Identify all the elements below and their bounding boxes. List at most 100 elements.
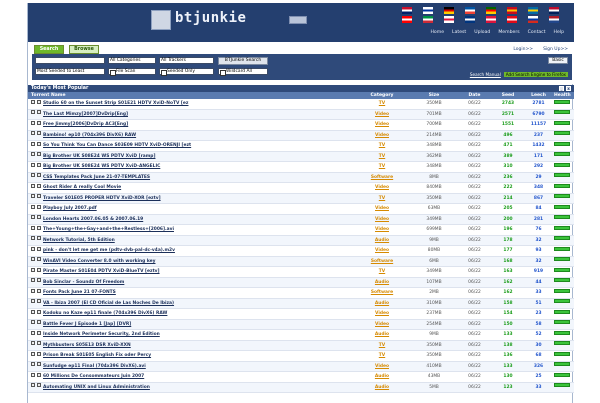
download-icon[interactable] <box>31 183 35 188</box>
download-icon[interactable] <box>31 330 35 335</box>
info-icon[interactable] <box>37 162 41 167</box>
category-link[interactable]: Video <box>352 131 412 141</box>
info-icon[interactable] <box>37 257 41 261</box>
header-size[interactable]: Size <box>412 92 456 99</box>
table-row[interactable]: Kodoku no Kaze ep11 finale (704x396 DivX… <box>28 309 574 320</box>
download-icon[interactable] <box>31 152 35 156</box>
table-row[interactable]: The+Young+the+Gay+and+the+Restless+[2006… <box>28 225 574 236</box>
nav-help[interactable]: Help <box>554 30 564 35</box>
table-row[interactable]: Inside Network Perimeter Security, 2nd E… <box>28 330 574 341</box>
table-row[interactable]: Free Jimmy[2006]DvDrip AC3[Eng] Video 700M… <box>28 120 574 131</box>
category-link[interactable]: Video <box>352 120 412 130</box>
flag-icon[interactable] <box>444 7 454 14</box>
category-link[interactable]: TV <box>352 351 412 361</box>
info-icon[interactable] <box>37 204 41 209</box>
info-icon[interactable] <box>37 120 41 125</box>
download-icon[interactable] <box>31 204 35 209</box>
torrent-name-link[interactable]: So You Think You Can Dance S03E09 HDTV X… <box>43 143 191 148</box>
torrent-name-link[interactable]: Bob Sinclar - Soundz Of Freedom <box>43 280 124 285</box>
download-icon[interactable] <box>31 299 35 303</box>
table-row[interactable]: London Hearts 2007.06.05 & 2007.06.19 Vid… <box>28 214 574 225</box>
header-leech[interactable]: Leech <box>523 92 554 99</box>
download-icon[interactable] <box>31 320 35 324</box>
sort-select[interactable]: Most Seeded to Least <box>35 68 105 75</box>
table-row[interactable]: Pirate Master S01E04 PDTV XviD-BlueTV [e… <box>28 267 574 278</box>
torrent-name-link[interactable]: Traveler S01E05 PROPER HDTV XviD-XOR [ez… <box>43 196 161 201</box>
torrent-name-link[interactable]: Kodoku no Kaze ep11 finale (704x396 DivX… <box>43 311 167 316</box>
flag-icon[interactable] <box>549 7 559 14</box>
download-icon[interactable] <box>31 309 35 314</box>
torrent-name-link[interactable]: Free Jimmy[2006]DvDrip AC3[Eng] <box>43 122 128 127</box>
table-row[interactable]: Mythbusters S05E13 DSR XviD-XXN TV 350MB 06… <box>28 340 574 351</box>
info-icon[interactable] <box>37 362 41 366</box>
table-row[interactable]: 60 Millions De Consommateurs Juin 2007 Au… <box>28 372 574 383</box>
info-icon[interactable] <box>37 225 41 230</box>
category-link[interactable]: Audio <box>352 299 412 309</box>
table-row[interactable]: Big Brother UK S08E24 WS PDTV XviD [ramp… <box>28 151 574 162</box>
torrent-name-link[interactable]: Big Brother UK S08E24 WS PDTV XviD-ANGEL… <box>43 164 160 169</box>
torrent-name-link[interactable]: Fonts Pack June 21 07-FONTS <box>43 290 116 295</box>
table-row[interactable]: Automating UNIX and Linux Administration… <box>28 382 574 393</box>
table-row[interactable]: Prison Break S01E05 English Fix oder Per… <box>28 351 574 362</box>
download-icon[interactable] <box>31 120 35 125</box>
search-input[interactable] <box>35 57 105 64</box>
category-link[interactable]: Video <box>352 183 412 193</box>
info-icon[interactable] <box>37 288 41 293</box>
info-icon[interactable] <box>37 341 41 345</box>
flag-icon[interactable] <box>465 16 475 23</box>
table-row[interactable]: Network Tutorial, 5th Edition Audio 9MB 06/… <box>28 235 574 246</box>
download-icon[interactable] <box>31 351 35 356</box>
category-link[interactable]: TV <box>352 152 412 162</box>
category-link[interactable]: Audio <box>352 383 412 393</box>
torrent-name-link[interactable]: The+Young+the+Gay+and+the+Restless+[2006… <box>43 227 174 232</box>
download-icon[interactable] <box>31 383 35 387</box>
flag-icon[interactable] <box>402 7 412 14</box>
download-icon[interactable] <box>31 362 35 366</box>
category-link[interactable]: Video <box>352 309 412 319</box>
download-icon[interactable] <box>31 257 35 261</box>
category-link[interactable]: Video <box>352 225 412 235</box>
table-row[interactable]: So You Think You Can Dance S03E09 HDTV X… <box>28 141 574 152</box>
torrent-name-link[interactable]: Ghost Rider A really Cool Movie <box>43 185 121 190</box>
info-icon[interactable] <box>37 267 41 272</box>
nav-home[interactable]: Home <box>430 30 444 35</box>
torrent-name-link[interactable]: pink - don't let me get me (pdtv-dvb-pal… <box>43 248 175 253</box>
minimize-icon[interactable]: _ <box>559 86 564 91</box>
info-icon[interactable] <box>37 110 41 114</box>
info-icon[interactable] <box>37 320 41 324</box>
category-link[interactable]: TV <box>352 341 412 351</box>
category-link[interactable]: Video <box>352 204 412 214</box>
add-search-engine-link[interactable]: Add Search Engine to Firefox <box>503 72 568 77</box>
table-row[interactable]: Fonts Pack June 21 07-FONTS Software 2MB 06… <box>28 288 574 299</box>
site-logo[interactable]: btjunkie <box>151 8 311 34</box>
torrent-name-link[interactable]: Pirate Master S01E04 PDTV XviD-BlueTV [e… <box>43 269 160 274</box>
download-icon[interactable] <box>31 99 35 104</box>
search-submit-button[interactable]: BTJunkie Search <box>218 57 268 65</box>
torrent-name-link[interactable]: Playboy July 2007.pdf <box>43 206 97 211</box>
info-icon[interactable] <box>37 372 41 377</box>
table-row[interactable]: Big Brother UK S08E24 WS PDTV XviD-ANGEL… <box>28 162 574 173</box>
table-row[interactable]: Playboy July 2007.pdf Video 63MB 06/22 205 84 <box>28 204 574 215</box>
category-link[interactable]: Software <box>352 288 412 298</box>
download-icon[interactable] <box>31 194 35 198</box>
download-icon[interactable] <box>31 141 35 146</box>
flag-icon[interactable] <box>528 7 538 14</box>
flag-icon[interactable] <box>444 16 454 23</box>
category-link[interactable]: TV <box>352 99 412 109</box>
flag-icon[interactable] <box>507 16 517 23</box>
header-date[interactable]: Date <box>456 92 493 99</box>
table-row[interactable]: VA - Ibiza 2007 (El CD Oficial de Las No… <box>28 298 574 309</box>
torrent-name-link[interactable]: WinAVI Video Converter 8.0 with working … <box>43 259 156 264</box>
torrent-name-link[interactable]: 60 Millions De Consommateurs Juin 2007 <box>43 374 144 379</box>
table-row[interactable]: CSS Templates Pack June 21-07-TEMPLATES S… <box>28 172 574 183</box>
tracker-select[interactable]: All Trackers <box>159 57 214 64</box>
info-icon[interactable] <box>37 309 41 314</box>
download-icon[interactable] <box>31 215 35 219</box>
category-link[interactable]: Video <box>352 362 412 372</box>
nav-upload[interactable]: Upload <box>474 30 490 35</box>
torrent-name-link[interactable]: Network Tutorial, 5th Edition <box>43 238 115 243</box>
flag-icon[interactable] <box>507 7 517 14</box>
nav-members[interactable]: Members <box>498 30 519 35</box>
info-icon[interactable] <box>37 152 41 156</box>
category-link[interactable]: TV <box>352 141 412 151</box>
